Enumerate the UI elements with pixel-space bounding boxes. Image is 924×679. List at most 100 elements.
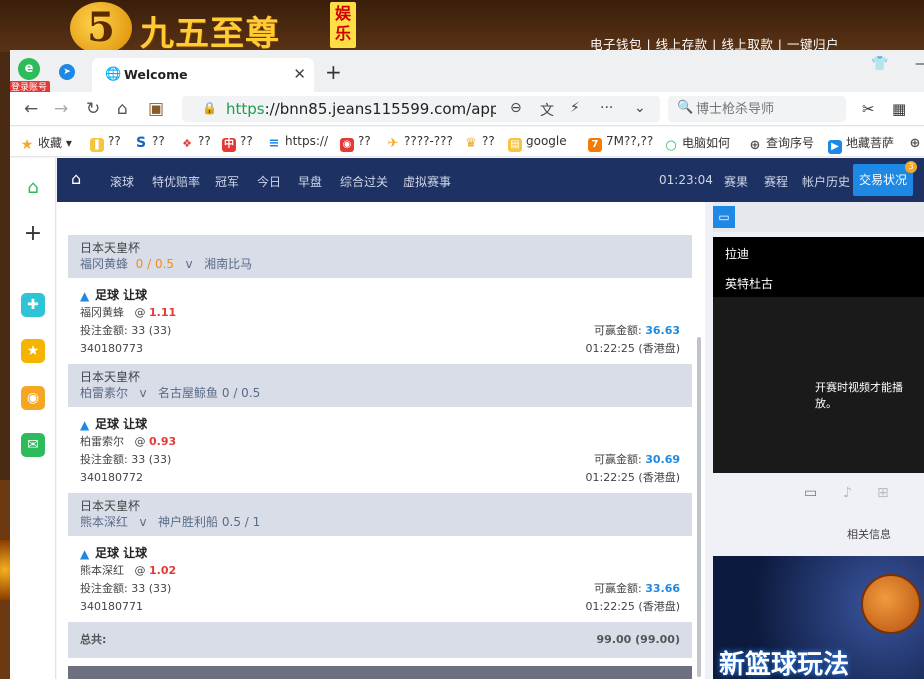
nav-parlay[interactable]: 综合过关 <box>340 173 388 190</box>
mail-icon[interactable]: ✉ <box>21 433 45 457</box>
globe-icon: 🌐 <box>105 67 122 82</box>
right-panel: ▭ 拉迪 英特杜古 开赛时视频才能播放。 ▭ ♪ ⊞ 相关信息 新篮球玩法 <box>713 202 924 679</box>
bookmark-item[interactable]: ❖?? <box>180 134 211 151</box>
home-icon[interactable]: ⌂ <box>21 176 45 200</box>
browser-sidebar: ⌂ + ✚ ★ ◉ ✉ <box>10 158 56 679</box>
bookmark-item[interactable]: ✈ ????-??? <box>386 134 453 151</box>
translate-icon[interactable]: 文 <box>540 100 554 120</box>
status-badge: 3 <box>905 161 917 173</box>
lightning-icon[interactable]: ⚡ <box>570 100 580 116</box>
bookmark-item[interactable]: ≡ https:// <box>267 134 328 151</box>
bet-stake: 投注金额: 33 (33) <box>80 582 172 595</box>
bookmark-item[interactable]: S?? <box>134 134 165 150</box>
telegram-icon[interactable]: ➤ <box>59 64 75 80</box>
bookmark-item[interactable]: 中?? <box>222 134 253 152</box>
nav-today[interactable]: 今日 <box>257 173 281 190</box>
video-home-team: 拉迪 <box>725 247 750 261</box>
bookmarks-bar: ★ 收藏 ▾ ❚?? S?? ❖?? 中?? ≡ https:// ◉?? ✈???… <box>10 127 924 157</box>
bet-type: ▲ 足球 让球 <box>80 546 148 561</box>
bookmark-item[interactable]: ▤ google <box>508 134 567 152</box>
weibo-icon[interactable]: ◉ <box>21 386 45 410</box>
briefcase-icon[interactable]: ▣ <box>148 99 164 119</box>
e-icon: ≡ <box>268 136 280 151</box>
total-value: 99.00 (99.00) <box>596 633 680 646</box>
bet-list-panel: 日本天皇杯 福冈黄蜂 0 / 0.5 v 湘南比马 ▲ 足球 让球 福冈黄蜂 @ … <box>57 202 705 679</box>
live-video[interactable]: 拉迪 英特杜古 开赛时视频才能播放。 <box>713 237 924 473</box>
microphone-icon[interactable]: ♪ <box>843 485 852 501</box>
skin-icon[interactable]: 👕 <box>871 56 888 72</box>
add-icon[interactable]: + <box>21 222 45 246</box>
bookmark-item[interactable]: ▶ 地藏菩萨 <box>828 134 894 154</box>
video-scoreboard: 拉迪 英特杜古 <box>713 237 924 297</box>
search-box[interactable]: 🔍 <box>668 96 846 122</box>
promo-banner[interactable]: 新篮球玩法 <box>713 556 924 679</box>
bookmark-item[interactable]: ◉?? <box>340 134 371 152</box>
field-icon[interactable]: ⊞ <box>877 485 889 501</box>
nav-results[interactable]: 赛果 <box>724 173 748 190</box>
match-teams: 福冈黄蜂 0 / 0.5 v 湘南比马 <box>80 257 253 271</box>
new-tab-button[interactable]: + <box>325 60 342 84</box>
bet-pick: 福冈黄蜂 @ 1.11 <box>80 306 177 319</box>
nav-account-history[interactable]: 帐户历史 <box>802 173 850 190</box>
circle-icon: ○ <box>665 138 677 153</box>
bet-ticket: ▲ 足球 让球 熊本深红 @ 1.02 投注金额: 33 (33) 3401807… <box>68 536 692 622</box>
bet-win: 可赢金额: 33.66 <box>593 582 680 595</box>
bet-ticket: ▲ 足球 让球 福冈黄蜂 @ 1.11 投注金额: 33 (33) 3401807… <box>68 278 692 364</box>
nav-virtual[interactable]: 虚拟赛事 <box>403 173 451 190</box>
star-icon[interactable]: ★ <box>21 339 45 363</box>
bet-type: ▲ 足球 让球 <box>80 288 148 303</box>
bookmark-item[interactable]: 7 7M??,?? <box>588 134 653 152</box>
bookmark-globe[interactable]: ⊕ <box>908 134 924 151</box>
tab-title: Welcome <box>124 67 188 82</box>
zoom-icon[interactable]: ⊖ <box>510 100 522 116</box>
nav-outright[interactable]: 冠军 <box>215 173 239 190</box>
nav-special-odds[interactable]: 特优赔率 <box>152 173 200 190</box>
nav-schedule[interactable]: 赛程 <box>764 173 788 190</box>
bookmark-item[interactable]: ⊕ 查询序号 <box>748 134 814 153</box>
close-icon[interactable]: ✕ <box>293 65 306 83</box>
minimize-icon[interactable]: — <box>915 56 924 72</box>
bet-time: 01:22:25 (香港盘) <box>585 342 680 355</box>
browser-logo-icon[interactable]: e <box>18 58 40 80</box>
plus-cross-icon[interactable]: ✚ <box>21 293 45 317</box>
scrollbar[interactable] <box>697 337 701 677</box>
match-header: 日本天皇杯 熊本深红 v 神户胜利船 0.5 / 1 <box>68 493 692 536</box>
trade-status-button[interactable]: 交易状况 3 <box>853 161 917 196</box>
back-icon[interactable]: ← <box>24 99 38 119</box>
bookmark-item[interactable]: ○ 电脑如何 <box>664 134 730 153</box>
globe-icon: ⊕ <box>749 138 761 153</box>
chevron-down-icon[interactable]: ⌄ <box>634 100 646 116</box>
bookmark-item[interactable]: ♛?? <box>464 134 495 151</box>
monitor-icon[interactable]: ▭ <box>804 485 817 501</box>
site-logo: 5 <box>70 2 132 54</box>
home-icon[interactable]: ⌂ <box>117 99 128 119</box>
chat-icon[interactable]: ▭ <box>713 206 735 228</box>
dots-icon: ❖ <box>182 137 192 150</box>
tab-welcome[interactable]: 🌐 Welcome ✕ <box>92 58 314 92</box>
warning-icon: ▲ <box>80 547 90 561</box>
url-field[interactable]: 🔒 https://bnn85.jeans115599.com/app/me ⊖… <box>182 96 660 122</box>
match-teams: 熊本深红 v 神户胜利船 0.5 / 1 <box>80 515 261 529</box>
s-icon: S <box>135 135 147 151</box>
more-icon[interactable]: ··· <box>600 100 613 116</box>
bookmark-item[interactable]: ❚?? <box>90 134 121 152</box>
related-info[interactable]: 相关信息 <box>847 526 891 542</box>
reload-icon[interactable]: ↻ <box>86 99 100 119</box>
trophy-icon: ♛ <box>465 136 477 151</box>
promo-text: 新篮球玩法 <box>719 650 850 679</box>
bet-time: 01:22:25 (香港盘) <box>585 600 680 613</box>
url-text[interactable]: https://bnn85.jeans115599.com/app/me <box>226 100 496 118</box>
background-edge-graphic <box>0 540 10 600</box>
nav-live[interactable]: 滚球 <box>110 173 134 190</box>
bet-ticket: ▲ 足球 让球 柏雷索尔 @ 0.93 投注金额: 33 (33) 3401807… <box>68 407 692 493</box>
scissors-icon[interactable]: ✂ <box>862 100 875 118</box>
search-input[interactable] <box>696 96 836 122</box>
bookmark-favorites[interactable]: ★ 收藏 ▾ <box>20 134 72 152</box>
forward-icon[interactable]: → <box>54 99 68 119</box>
match-teams: 柏雷素尔 v 名古屋鲸鱼 0 / 0.5 <box>80 386 261 400</box>
bet-stake: 投注金额: 33 (33) <box>80 324 172 337</box>
apps-grid-icon[interactable]: ▦ <box>892 100 906 118</box>
bet-stake: 投注金额: 33 (33) <box>80 453 172 466</box>
nav-early[interactable]: 早盘 <box>298 173 322 190</box>
home-icon[interactable]: ⌂ <box>71 169 81 188</box>
